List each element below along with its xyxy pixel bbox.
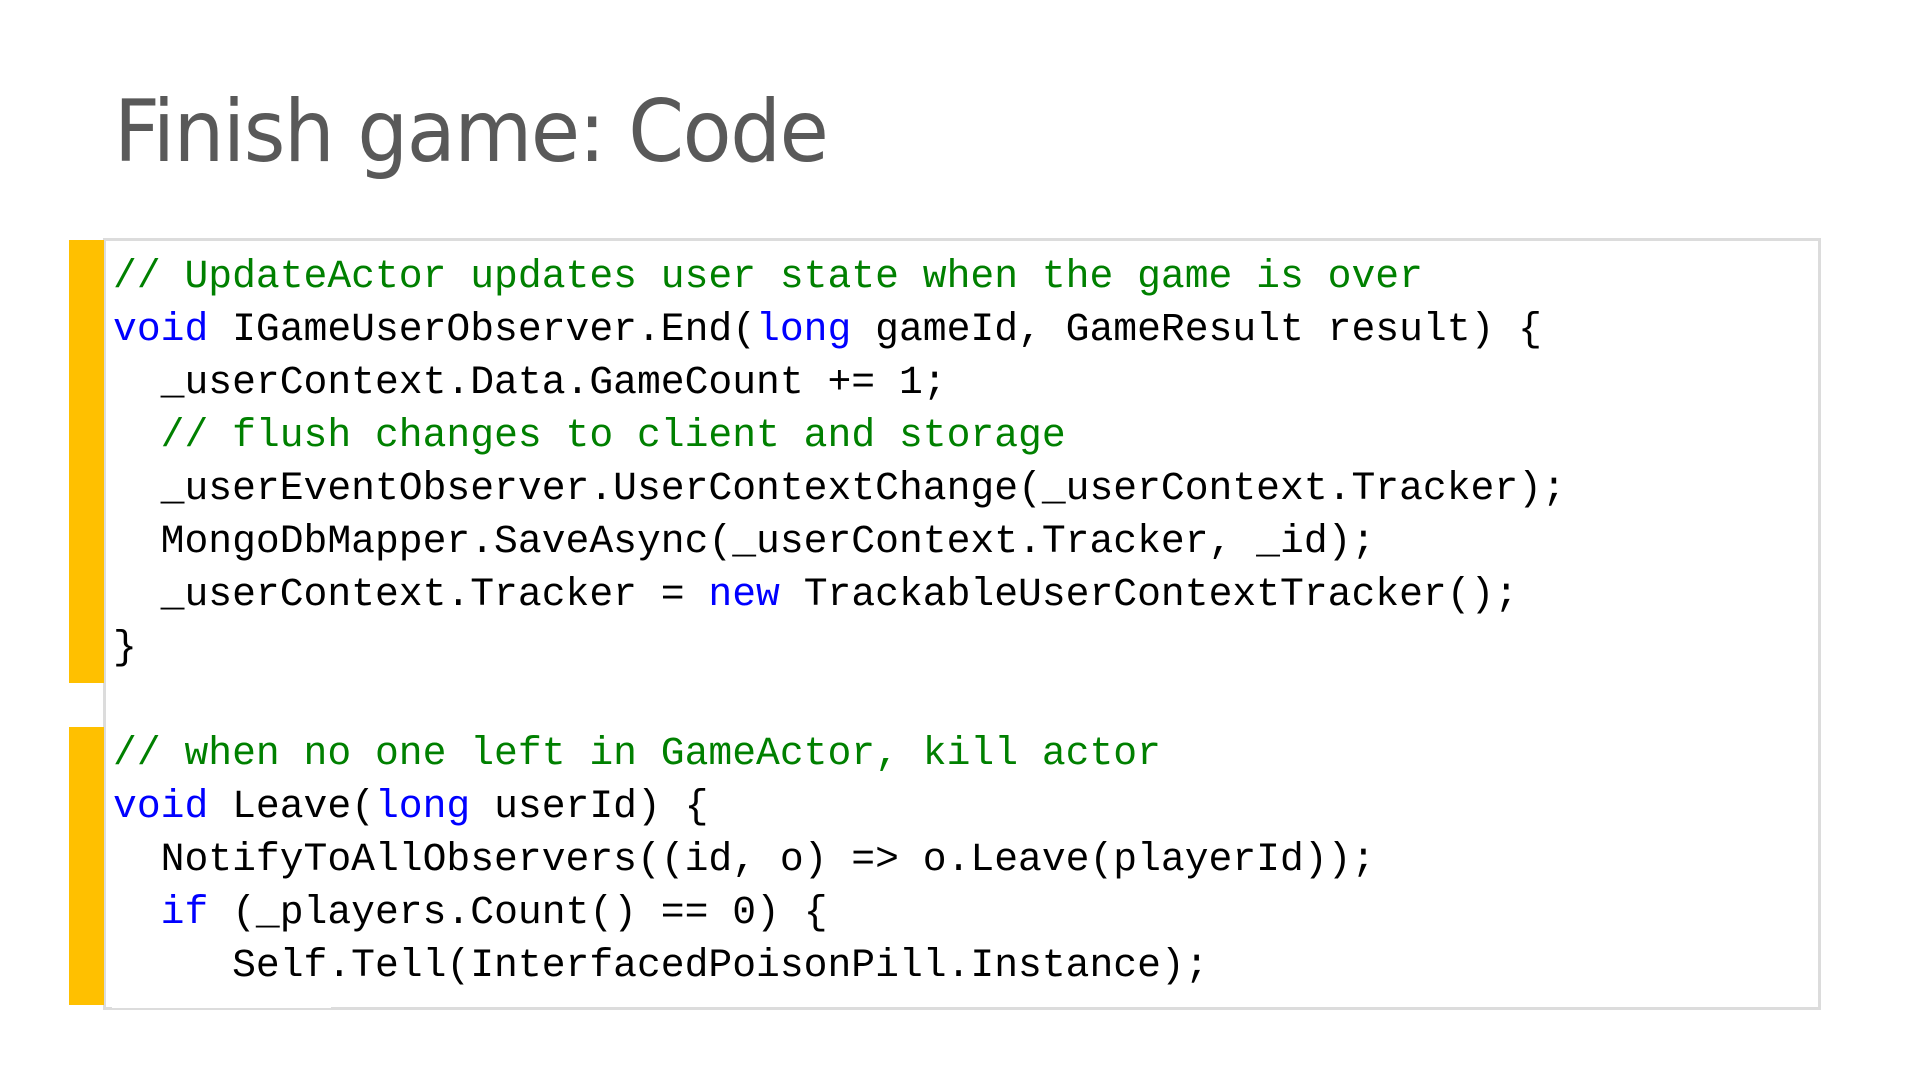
- accent-bar-leave: [69, 727, 104, 1005]
- code-text: Leave(: [208, 784, 375, 829]
- slide: Finish game: Code // UpdateActor updates…: [0, 0, 1920, 1080]
- code-line: _userContext.Tracker = new TrackableUser…: [113, 568, 1566, 621]
- code-keyword: long: [374, 784, 471, 829]
- code-line: _userEventObserver.UserContextChange(_us…: [113, 462, 1566, 515]
- code-text: (_players.Count() == 0) {: [208, 890, 828, 935]
- code-comment: // flush changes to client and storage: [160, 413, 1066, 458]
- code-line: Self.Tell(InterfacedPoisonPill.Instance)…: [113, 939, 1566, 992]
- code-line: }: [113, 621, 1566, 674]
- code-keyword: new: [708, 572, 780, 617]
- code-line: // flush changes to client and storage: [113, 409, 1566, 462]
- code-keyword: void: [113, 784, 209, 829]
- code-keyword: if: [160, 890, 209, 935]
- code-text: _userContext.Tracker =: [113, 572, 709, 617]
- code-comment: // UpdateActor updates user state when t…: [113, 254, 1423, 299]
- code-text: Self.Tell(InterfacedPoisonPill.Instance)…: [113, 943, 1209, 988]
- code-text: TrackableUserContextTracker();: [779, 572, 1519, 617]
- code-keyword: void: [113, 307, 209, 352]
- code-text: _userContext.Data.GameCount += 1;: [113, 360, 947, 405]
- code-text: userId) {: [470, 784, 709, 829]
- code-text: _userEventObserver.UserContextChange(_us…: [113, 466, 1566, 511]
- code-line: // UpdateActor updates user state when t…: [113, 250, 1566, 303]
- code-listing: // UpdateActor updates user state when t…: [113, 250, 1566, 992]
- code-text: IGameUserObserver.End(: [208, 307, 757, 352]
- code-box-border-gap: [112, 1002, 331, 1008]
- code-line: MongoDbMapper.SaveAsync(_userContext.Tra…: [113, 515, 1566, 568]
- code-line: NotifyToAllObservers((id, o) => o.Leave(…: [113, 833, 1566, 886]
- code-text: gameId, GameResult result) {: [851, 307, 1542, 352]
- code-line: // when no one left in GameActor, kill a…: [113, 727, 1566, 780]
- code-line: _userContext.Data.GameCount += 1;: [113, 356, 1566, 409]
- slide-title: Finish game: Code: [114, 82, 829, 182]
- code-text: MongoDbMapper.SaveAsync(_userContext.Tra…: [113, 519, 1376, 564]
- accent-bar-update-actor: [69, 240, 104, 683]
- code-text: NotifyToAllObservers((id, o) => o.Leave(…: [113, 837, 1376, 882]
- code-text: }: [113, 625, 137, 670]
- code-line: if (_players.Count() == 0) {: [113, 886, 1566, 939]
- code-keyword: long: [756, 307, 852, 352]
- code-line: void IGameUserObserver.End(long gameId, …: [113, 303, 1566, 356]
- code-line: void Leave(long userId) {: [113, 780, 1566, 833]
- code-comment: // when no one left in GameActor, kill a…: [113, 731, 1161, 776]
